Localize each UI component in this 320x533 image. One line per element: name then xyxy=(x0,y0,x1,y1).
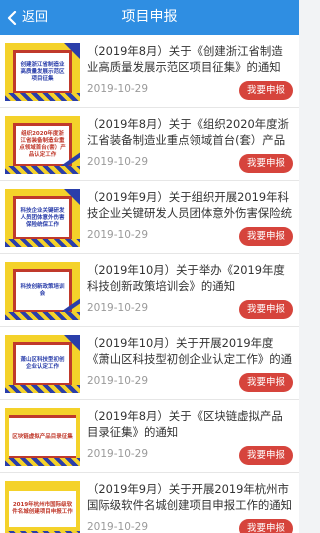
item-date: 2019-10-29 xyxy=(87,521,149,533)
thumbnail: 区块链虚拟产品目录征集 xyxy=(5,408,80,466)
thumbnail: 组织2020年度浙江省装备制造业重点领域首台(套）产品认定工作 xyxy=(5,116,80,174)
list-item[interactable]: 区块链虚拟产品目录征集 （2019年8月）关于《区块链虚拟产品目录征集》的通知 … xyxy=(0,400,299,473)
thumbnail-caption: 萧山区科技型初创企业认定工作 xyxy=(20,357,65,370)
apply-button[interactable]: 我要申报 xyxy=(238,446,293,465)
item-date: 2019-10-29 xyxy=(87,83,149,95)
thumbnail: 科技企业关键研发人员团体意外伤害保险统保工作 xyxy=(5,189,80,247)
item-title[interactable]: （2019年8月）关于《创建浙江省制造业高质量发展示范区项目征集》的通知 xyxy=(87,43,293,75)
thumbnail: 萧山区科技型初创企业认定工作 xyxy=(5,335,80,393)
item-date: 2019-10-29 xyxy=(87,156,149,168)
apply-button[interactable]: 我要申报 xyxy=(238,154,293,173)
thumbnail: 2019年杭州市国际级软件名城创建项目申报工作 xyxy=(5,481,80,533)
item-title[interactable]: （2019年9月）关于组织开展2019年科技企业关键研发人员团体意外伤害保险统保 xyxy=(87,189,293,221)
item-title[interactable]: （2019年9月）关于开展2019年杭州市国际级软件名城创建项目申报工作的通知 xyxy=(87,481,293,513)
back-button[interactable]: 返回 xyxy=(6,0,48,35)
list-item[interactable]: 科技创新政策培训会 （2019年10月）关于举办《2019年度科技创新政策培训会… xyxy=(0,254,299,327)
apply-button[interactable]: 我要申报 xyxy=(238,81,293,100)
item-title[interactable]: （2019年8月）关于《组织2020年度浙江省装备制造业重点领域首台(套）产品认 xyxy=(87,116,293,148)
item-date: 2019-10-29 xyxy=(87,229,149,241)
thumbnail-caption: 创建浙江省制造业高质量发展示范区项目征集 xyxy=(20,61,65,82)
app-screen: 返回 项目申报 创建浙江省制造业高质量发展示范区项目征集 （2019年8月）关于… xyxy=(0,0,299,533)
apply-button[interactable]: 我要申报 xyxy=(238,373,293,392)
item-title[interactable]: （2019年8月）关于《区块链虚拟产品目录征集》的通知 xyxy=(87,408,293,440)
thumbnail-caption: 2019年杭州市国际级软件名城创建项目申报工作 xyxy=(12,502,73,515)
thumbnail-caption: 科技创新政策培训会 xyxy=(20,284,65,297)
thumbnail: 科技创新政策培训会 xyxy=(5,262,80,320)
thumbnail-caption: 区块链虚拟产品目录征集 xyxy=(12,433,73,440)
item-title[interactable]: （2019年10月）关于举办《2019年度科技创新政策培训会》的通知 xyxy=(87,262,293,294)
top-nav-bar: 返回 项目申报 xyxy=(0,0,299,35)
project-list: 创建浙江省制造业高质量发展示范区项目征集 （2019年8月）关于《创建浙江省制造… xyxy=(0,35,299,533)
list-item[interactable]: 萧山区科技型初创企业认定工作 （2019年10月）关于开展2019年度《萧山区科… xyxy=(0,327,299,400)
item-date: 2019-10-29 xyxy=(87,302,149,314)
item-title[interactable]: （2019年10月）关于开展2019年度《萧山区科技型初创企业认定工作》的通知 xyxy=(87,335,293,367)
apply-button[interactable]: 我要申报 xyxy=(238,227,293,246)
apply-button[interactable]: 我要申报 xyxy=(238,519,293,533)
item-date: 2019-10-29 xyxy=(87,448,149,460)
list-item[interactable]: 科技企业关键研发人员团体意外伤害保险统保工作 （2019年9月）关于组织开展20… xyxy=(0,181,299,254)
thumbnail-caption: 科技企业关键研发人员团体意外伤害保险统保工作 xyxy=(20,207,65,228)
list-item[interactable]: 创建浙江省制造业高质量发展示范区项目征集 （2019年8月）关于《创建浙江省制造… xyxy=(0,35,299,108)
apply-button[interactable]: 我要申报 xyxy=(238,300,293,319)
chevron-left-icon xyxy=(7,10,17,25)
thumbnail: 创建浙江省制造业高质量发展示范区项目征集 xyxy=(5,43,80,101)
list-item[interactable]: 2019年杭州市国际级软件名城创建项目申报工作 （2019年9月）关于开展201… xyxy=(0,473,299,533)
item-date: 2019-10-29 xyxy=(87,375,149,387)
thumbnail-caption: 组织2020年度浙江省装备制造业重点领域首台(套）产品认定工作 xyxy=(19,131,66,158)
list-item[interactable]: 组织2020年度浙江省装备制造业重点领域首台(套）产品认定工作 （2019年8月… xyxy=(0,108,299,181)
back-label: 返回 xyxy=(22,10,49,25)
